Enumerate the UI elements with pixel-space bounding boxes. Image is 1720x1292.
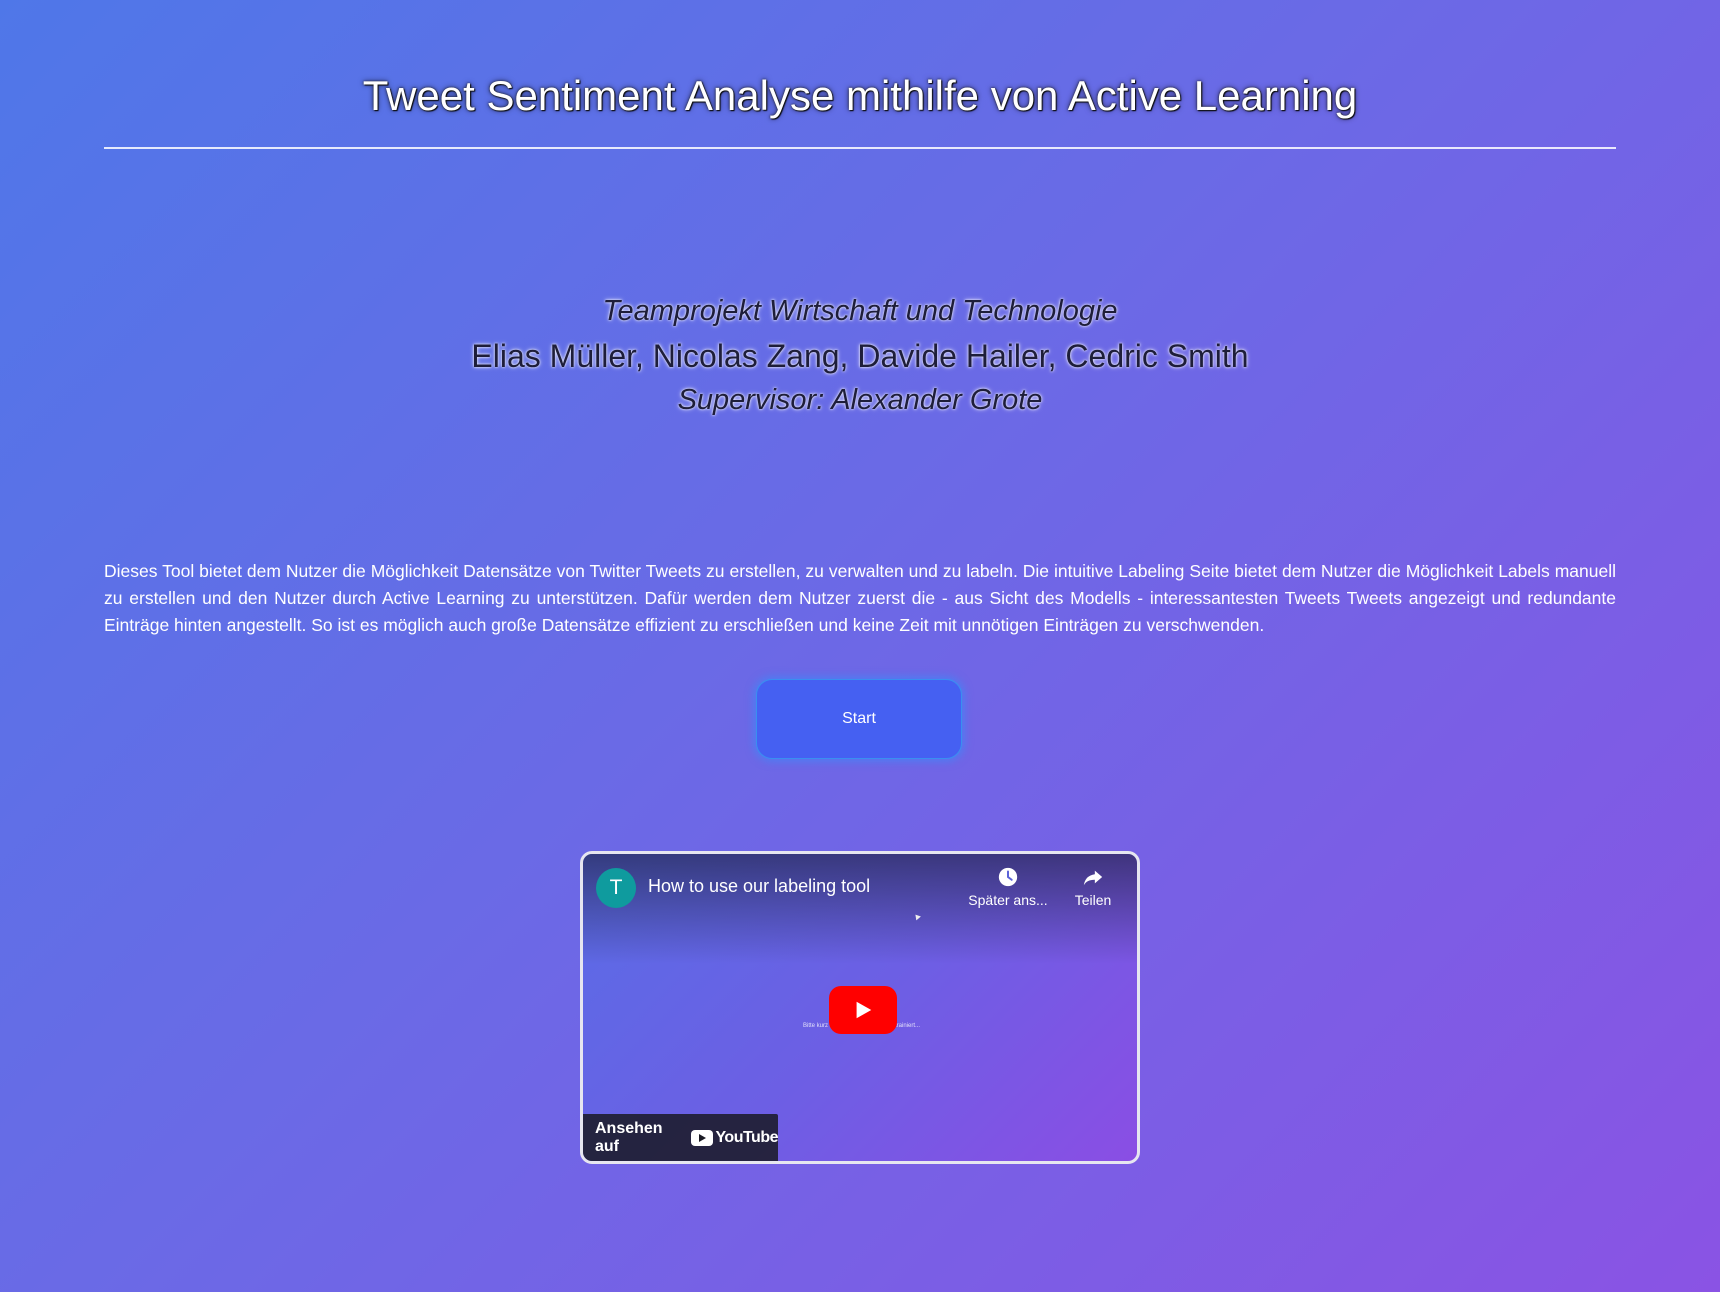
youtube-play-logo-icon (691, 1129, 714, 1146)
project-authors: Elias Müller, Nicolas Zang, Davide Haile… (471, 338, 1249, 374)
video-title[interactable]: How to use our labeling tool (648, 876, 870, 897)
watch-on-label: Ansehen auf (595, 1119, 663, 1155)
thumbnail-text-left: Bitte kurz (803, 1023, 829, 1029)
share-button[interactable]: Teilen (1061, 866, 1125, 908)
project-supervisor: Supervisor: Alexander Grote (677, 384, 1043, 416)
watch-on-youtube-link[interactable]: Ansehen auf YouTube (583, 1114, 778, 1161)
youtube-logo: YouTube (691, 1129, 778, 1147)
thumbnail-text-right: trainiert... (895, 1023, 921, 1029)
page-title: Tweet Sentiment Analyse mithilfe von Act… (362, 72, 1358, 119)
start-button[interactable]: Start (756, 679, 962, 759)
title-divider (104, 147, 1616, 149)
project-name: Teamprojekt Wirtschaft und Technologie (602, 295, 1118, 327)
video-top-overlay (583, 854, 1137, 964)
youtube-logo-text: YouTube (715, 1128, 778, 1146)
watch-later-label: Später ans... (968, 892, 1048, 908)
youtube-video-embed[interactable]: T How to use our labeling tool Später an… (580, 851, 1140, 1164)
tool-description: Dieses Tool bietet dem Nutzer die Möglic… (104, 561, 1616, 635)
play-button[interactable] (829, 986, 897, 1034)
share-arrow-icon (1083, 870, 1103, 886)
clock-icon (998, 867, 1018, 887)
play-icon (856, 1001, 872, 1019)
channel-avatar[interactable]: T (596, 868, 636, 908)
share-label: Teilen (1074, 892, 1112, 908)
watch-later-button[interactable]: Später ans... (963, 866, 1053, 908)
